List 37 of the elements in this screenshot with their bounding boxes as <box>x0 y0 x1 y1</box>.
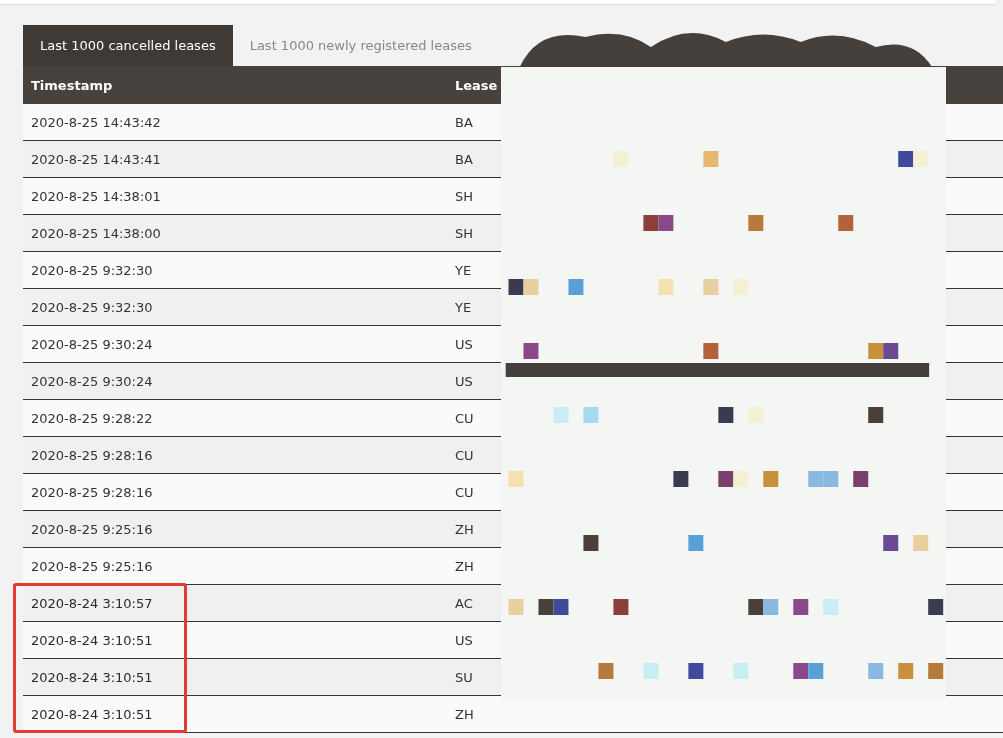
table-cell: US <box>455 632 473 648</box>
tab[interactable]: Last 1000 cancelled leases <box>23 25 233 66</box>
column-header: Timestamp <box>30 77 114 93</box>
table-cell: US <box>455 373 473 389</box>
table-cell: YE <box>455 299 472 315</box>
table-cell-text: 2020-8-25 9:28:22 <box>30 410 154 426</box>
table-cell: SH <box>455 188 474 204</box>
table-cell-text: 2020-8-25 9:28:16 <box>30 484 154 500</box>
table-cell: BA <box>455 114 473 130</box>
table-cell: ZH <box>455 558 474 574</box>
table-cell: SH <box>455 225 474 241</box>
table-cell: BA <box>455 151 473 167</box>
table-cell-text: 2020-8-24 3:10:51 <box>30 669 154 685</box>
table-cell-text: 2020-8-25 9:32:30 <box>30 299 154 315</box>
column-header: Lease <box>455 77 498 93</box>
table-cell: YE <box>455 262 472 278</box>
table-cell: US <box>455 336 473 352</box>
table-cell-text: 2020-8-24 3:10:51 <box>30 706 154 722</box>
table-cell-text: 2020-8-24 3:10:57 <box>30 595 154 611</box>
table-cell: CU <box>455 447 474 463</box>
table-cell-text: 2020-8-25 9:25:16 <box>30 558 154 574</box>
table-cell-text: 2020-8-25 9:30:24 <box>30 373 154 389</box>
table-cell: AC <box>455 595 473 611</box>
table-cell-text: 2020-8-25 9:25:16 <box>30 521 154 537</box>
table-cell-text: 2020-8-25 14:43:42 <box>30 114 162 130</box>
table-cell-text: 2020-8-25 14:38:00 <box>30 225 162 241</box>
table-cell-text: 2020-8-25 14:43:41 <box>30 151 162 167</box>
table-cell: ZH <box>455 521 474 537</box>
table-cell-text: 2020-8-25 9:28:16 <box>30 447 154 463</box>
table-cell-text: 2020-8-24 3:10:51 <box>30 632 154 648</box>
table-cell: ZH <box>455 706 474 722</box>
table-cell-text: 2020-8-25 9:30:24 <box>30 336 154 352</box>
table-cell-text: 2020-8-25 14:38:01 <box>30 188 162 204</box>
table-cell: CU <box>455 484 474 500</box>
table-cell-text: 2020-8-25 9:32:30 <box>30 262 154 278</box>
table-cell: SU <box>455 669 473 685</box>
table-cell: CU <box>455 410 474 426</box>
